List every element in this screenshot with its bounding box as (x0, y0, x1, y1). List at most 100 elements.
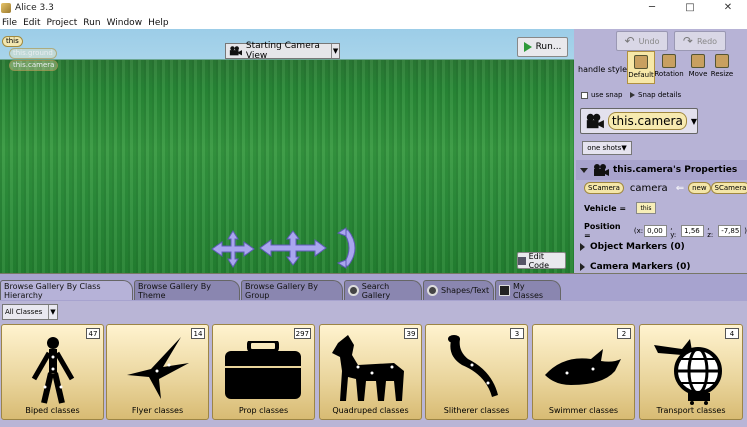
all-classes-dropdown[interactable]: All Classes ▼ (2, 304, 58, 320)
checkbox-box (581, 91, 588, 99)
move-depth-handle-icon[interactable] (259, 230, 327, 266)
maximize-button[interactable]: □ (671, 0, 709, 16)
handle-style-rotation[interactable]: Rotation (654, 51, 684, 84)
folder-icon (499, 285, 510, 296)
handle-style-resize[interactable]: Resize (708, 51, 736, 84)
gallery-grid: 47 Biped classes 14 Flyer classes 297 Pr… (0, 323, 747, 427)
run-label: Run... (535, 42, 562, 52)
handle-style-default-label: Default (628, 71, 654, 79)
card-count: 14 (191, 328, 205, 339)
new-type-pill: SCamera (710, 182, 747, 194)
scene-tag-camera[interactable]: this.camera (9, 60, 59, 71)
collapse-triangle-icon (580, 167, 588, 173)
assign-arrow-icon: ⇐ (675, 182, 685, 194)
selected-object-dropdown[interactable]: this.camera ▼ (580, 108, 698, 134)
menu-edit[interactable]: Edit (23, 18, 40, 28)
tab-my-classes[interactable]: My Classes (495, 280, 561, 300)
undo-arrow-icon: ↶ (624, 34, 635, 48)
card-label: Quadruped classes (332, 406, 409, 415)
shapes-icon (427, 285, 438, 296)
menu-project[interactable]: Project (47, 18, 78, 28)
all-classes-label: All Classes (5, 308, 43, 316)
one-shots-label: one shots (587, 144, 622, 152)
tab-group[interactable]: Browse Gallery By Group (241, 280, 343, 300)
camera-view-label: Starting Camera View (245, 41, 320, 61)
object-declaration-row: SCamera camera ⇐ new SCamera (584, 182, 747, 194)
handle-style-rotation-label: Rotation (654, 70, 684, 78)
type-pill: SCamera (584, 182, 624, 194)
transport-globe-icon (654, 339, 722, 405)
tab-theme[interactable]: Browse Gallery By Theme (134, 280, 240, 300)
tab-class-hierarchy-label: Browse Gallery By Class Hierarchy (4, 281, 101, 300)
card-label: Swimmer classes (548, 406, 619, 415)
gallery-card-quadruped[interactable]: 39 Quadruped classes (319, 324, 422, 420)
position-y-field[interactable]: 1,56 (681, 225, 705, 237)
gallery-card-biped[interactable]: 47 Biped classes (1, 324, 104, 420)
move-horizontal-handle-icon[interactable] (210, 230, 256, 268)
menu-window[interactable]: Window (107, 18, 143, 28)
expand-triangle-icon (580, 263, 585, 271)
object-name: camera (629, 182, 668, 194)
gallery-card-prop[interactable]: 297 Prop classes (212, 324, 315, 420)
undo-button[interactable]: ↶ Undo (616, 31, 668, 51)
tab-class-hierarchy[interactable]: Browse Gallery By Class Hierarchy (0, 280, 133, 300)
rotate-handle-icon[interactable] (334, 227, 360, 269)
tab-shapes-text-label: Shapes/Text (441, 286, 490, 295)
gallery-card-transport[interactable]: 4 Transport classes (639, 324, 743, 420)
minimize-button[interactable]: ─ (633, 0, 671, 16)
scene-tag-ground[interactable]: this.ground (9, 48, 57, 59)
gallery-card-slitherer[interactable]: 3 Slitherer classes (425, 324, 528, 420)
close-button[interactable]: ✕ (709, 0, 747, 16)
tab-theme-label: Browse Gallery By Theme (138, 281, 211, 300)
vehicle-value[interactable]: this (636, 202, 657, 214)
gallery-card-flyer[interactable]: 14 Flyer classes (106, 324, 209, 420)
use-snap-label: use snap (591, 91, 623, 99)
use-snap-checkbox[interactable]: use snap (581, 91, 622, 99)
card-label: Prop classes (238, 406, 289, 415)
menu-help[interactable]: Help (148, 18, 169, 28)
properties-header[interactable]: this.camera's Properties (576, 160, 747, 180)
camera-view-select[interactable]: Starting Camera View ▼ (225, 41, 340, 61)
card-label: Biped classes (25, 406, 80, 415)
handle-style-default[interactable]: Default (627, 51, 655, 84)
edit-code-button[interactable]: Edit Code (517, 252, 566, 270)
tab-search[interactable]: Search Gallery (344, 280, 422, 300)
snap-details-toggle[interactable]: Snap details (630, 91, 681, 99)
handle-style-resize-label: Resize (710, 70, 734, 78)
expand-triangle-icon (580, 243, 585, 251)
swimmer-whale-icon (545, 349, 621, 385)
redo-button[interactable]: ↷ Redo (674, 31, 726, 51)
card-count: 2 (617, 328, 631, 339)
run-button[interactable]: Run... (517, 37, 568, 57)
tab-search-label: Search Gallery (361, 281, 391, 300)
tab-shapes-text[interactable]: Shapes/Text (423, 280, 494, 300)
gallery-tab-bar: Browse Gallery By Class Hierarchy Browse… (0, 273, 747, 301)
properties-title: this.camera's Properties (613, 165, 738, 175)
search-icon (348, 285, 359, 296)
scene-tag-this[interactable]: this (2, 36, 23, 47)
selected-object-label: this.camera (607, 112, 687, 130)
camera-icon (594, 164, 609, 176)
expand-triangle-icon (630, 92, 635, 98)
default-handle-icon (634, 55, 648, 69)
menu-file[interactable]: File (2, 18, 17, 28)
menu-run[interactable]: Run (83, 18, 100, 28)
chevron-down-icon: ▼ (331, 44, 339, 58)
camera-markers-label: Camera Markers (0) (590, 262, 691, 272)
scene-view[interactable]: this this.ground this.camera Starting Ca… (0, 29, 574, 273)
card-count: 3 (510, 328, 524, 339)
position-x-field[interactable]: 0,00 (644, 225, 668, 237)
gallery-card-swimmer[interactable]: 2 Swimmer classes (532, 324, 635, 420)
object-markers-toggle[interactable]: Object Markers (0) (580, 242, 685, 252)
scene-editor-panel: ↶ Undo ↷ Redo handle style: Default Rota… (574, 29, 747, 273)
position-y-label: , y: (670, 223, 677, 239)
camera-markers-toggle[interactable]: Camera Markers (0) (580, 262, 691, 272)
move-handle-icon (691, 54, 705, 68)
position-z-field[interactable]: -7,85 (718, 225, 742, 237)
handle-style-move-label: Move (688, 70, 708, 78)
camera-icon (586, 113, 604, 129)
chevron-down-icon: ▼ (690, 116, 697, 126)
one-shots-button[interactable]: one shots ▼ (582, 141, 632, 155)
resize-handle-icon (715, 54, 729, 68)
menu-bar: File Edit Project Run Window Help (0, 16, 747, 29)
